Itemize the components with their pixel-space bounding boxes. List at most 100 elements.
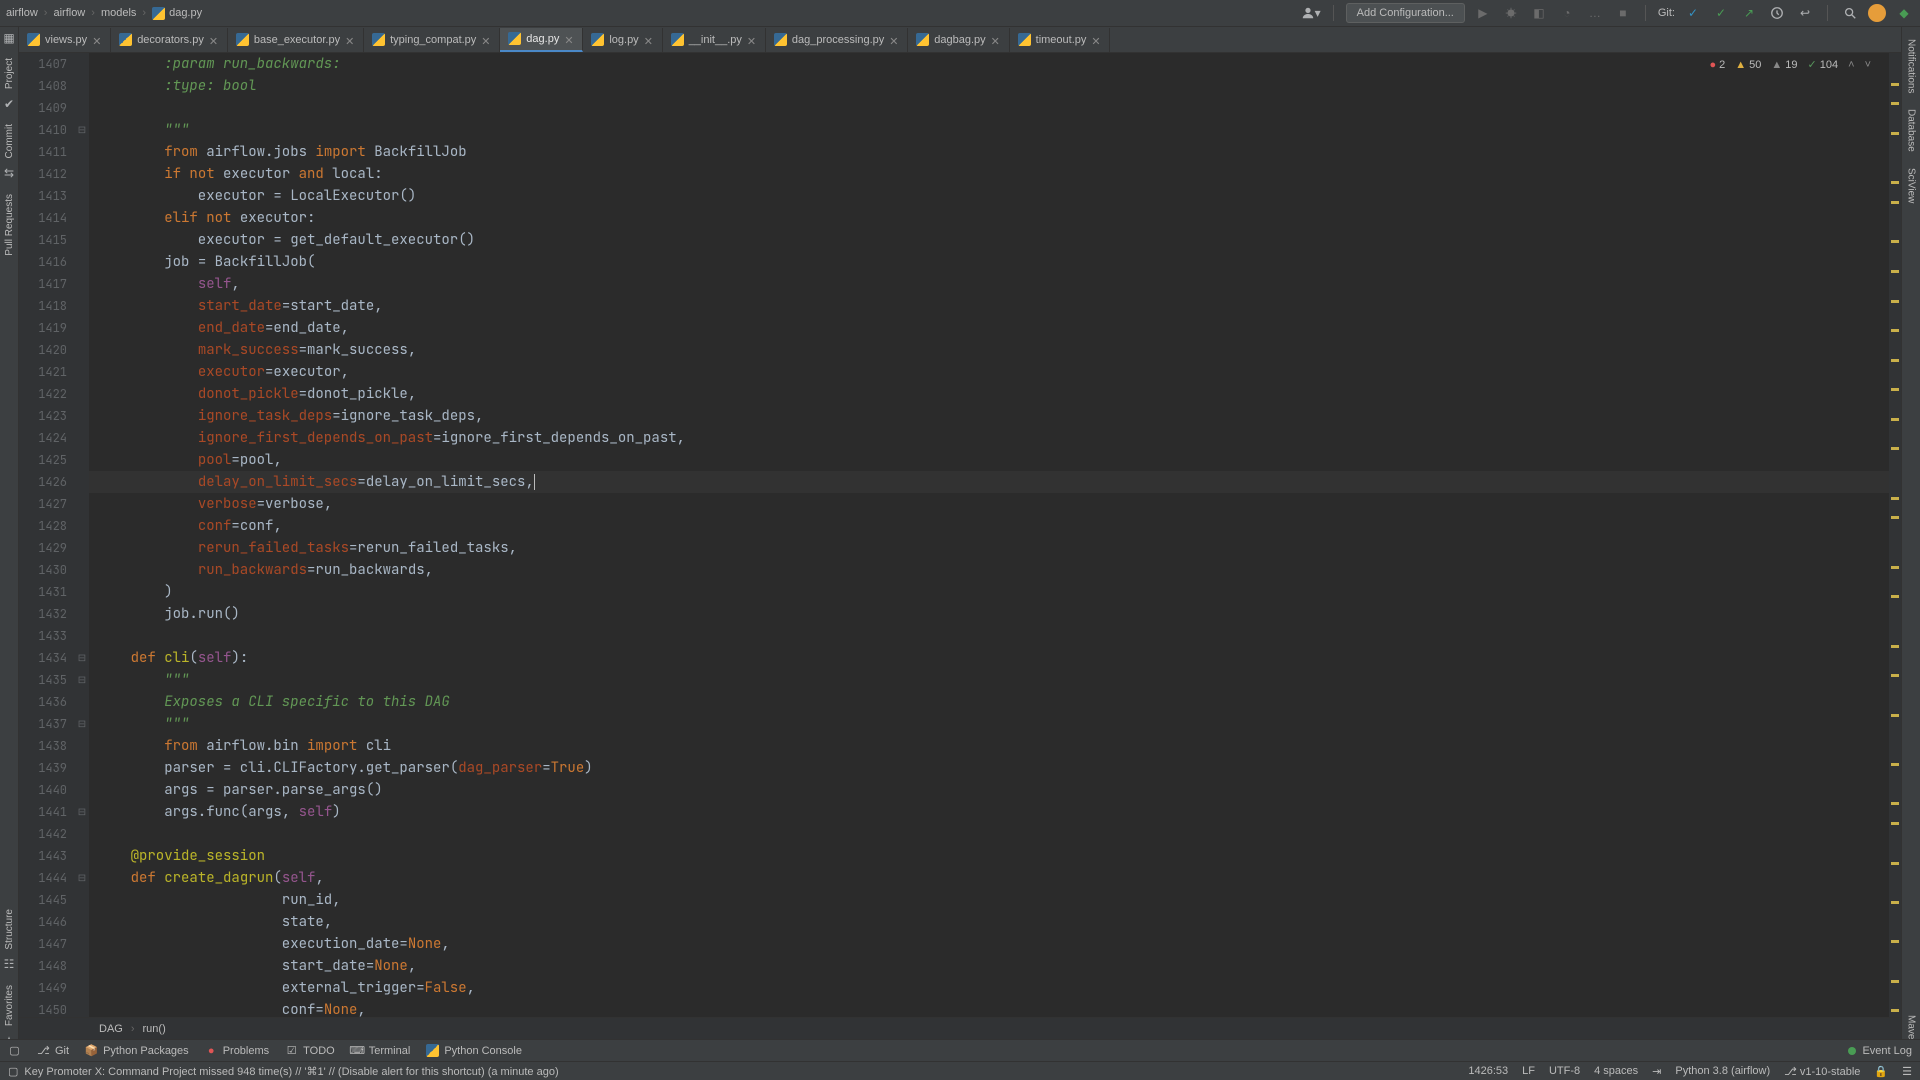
fold-marker[interactable]: [75, 493, 89, 515]
close-icon[interactable]: ✕: [1091, 35, 1101, 45]
code-line[interactable]: rerun_failed_tasks=rerun_failed_tasks,: [89, 537, 1901, 559]
fold-marker[interactable]: [75, 735, 89, 757]
fold-marker[interactable]: [75, 779, 89, 801]
line-number[interactable]: 1425: [19, 449, 67, 471]
close-icon[interactable]: ✕: [889, 35, 899, 45]
error-stripe-marker[interactable]: [1891, 595, 1899, 598]
error-stripe-marker[interactable]: [1891, 714, 1899, 717]
line-number[interactable]: 1434: [19, 647, 67, 669]
line-number[interactable]: 1437: [19, 713, 67, 735]
python-console-tool-button[interactable]: Python Console: [426, 1044, 522, 1057]
structure-tool-icon[interactable]: ☷: [3, 958, 16, 971]
fold-marker[interactable]: [75, 581, 89, 603]
profile-icon[interactable]: ◔: [1557, 3, 1577, 23]
code-line[interactable]: job = BackfillJob(: [89, 251, 1901, 273]
run-anything-icon[interactable]: …: [1585, 3, 1605, 23]
error-stripe-marker[interactable]: [1891, 497, 1899, 500]
notifications-tool-button[interactable]: Notifications: [1904, 31, 1919, 101]
editor-tab[interactable]: dag.py✕: [500, 28, 583, 52]
code-line[interactable]: """: [89, 713, 1901, 735]
fold-marker[interactable]: ⊟: [75, 669, 89, 691]
error-stripe-marker[interactable]: [1891, 201, 1899, 204]
code-line[interactable]: donot_pickle=donot_pickle,: [89, 383, 1901, 405]
code-line[interactable]: end_date=end_date,: [89, 317, 1901, 339]
git-push-icon[interactable]: ↗: [1739, 3, 1759, 23]
code-line[interactable]: verbose=verbose,: [89, 493, 1901, 515]
fold-marker[interactable]: [75, 537, 89, 559]
fold-marker[interactable]: ⊟: [75, 801, 89, 823]
editor-tab[interactable]: timeout.py✕: [1010, 28, 1111, 52]
error-stripe-marker[interactable]: [1891, 102, 1899, 105]
error-stripe-marker[interactable]: [1891, 763, 1899, 766]
editor-tab[interactable]: dag_processing.py✕: [766, 28, 908, 52]
stop-icon[interactable]: ■: [1613, 3, 1633, 23]
line-number[interactable]: 1430: [19, 559, 67, 581]
git-tool-button[interactable]: ⎇ Git: [37, 1044, 69, 1057]
fold-marker[interactable]: ⊟: [75, 647, 89, 669]
user-icon[interactable]: ▾: [1301, 3, 1321, 23]
line-number[interactable]: 1415: [19, 229, 67, 251]
line-number[interactable]: 1435: [19, 669, 67, 691]
code-line[interactable]: executor = get_default_executor(): [89, 229, 1901, 251]
project-tool-icon[interactable]: ▦: [3, 31, 16, 44]
ide-settings-icon[interactable]: ◆: [1894, 3, 1914, 23]
code-area[interactable]: ●2 ▲50 ▲19 ✓104 ˄ ˅ :param run_backwards…: [89, 53, 1901, 1039]
line-number[interactable]: 1418: [19, 295, 67, 317]
line-number[interactable]: 1408: [19, 75, 67, 97]
error-stripe-marker[interactable]: [1891, 388, 1899, 391]
code-line[interactable]: :param run_backwards:: [89, 53, 1901, 75]
indent-settings[interactable]: 4 spaces: [1594, 1065, 1638, 1077]
code-line[interactable]: job.run(): [89, 603, 1901, 625]
indent-icon[interactable]: ⇥: [1652, 1065, 1661, 1078]
fold-marker[interactable]: [75, 273, 89, 295]
code-line[interactable]: parser = cli.CLIFactory.get_parser(dag_p…: [89, 757, 1901, 779]
code-line[interactable]: def create_dagrun(self,: [89, 867, 1901, 889]
git-branch-status[interactable]: ⎇ v1-10-stable: [1784, 1065, 1860, 1078]
database-tool-button[interactable]: Database: [1904, 101, 1919, 160]
code-line[interactable]: :type: bool: [89, 75, 1901, 97]
fold-marker[interactable]: [75, 75, 89, 97]
fold-marker[interactable]: [75, 251, 89, 273]
run-coverage-icon[interactable]: ◧: [1529, 3, 1549, 23]
code-line[interactable]: from airflow.bin import cli: [89, 735, 1901, 757]
error-stripe-marker[interactable]: [1891, 418, 1899, 421]
code-line[interactable]: delay_on_limit_secs=delay_on_limit_secs,: [89, 471, 1901, 493]
line-number[interactable]: 1407: [19, 53, 67, 75]
fold-marker[interactable]: [75, 691, 89, 713]
line-number[interactable]: 1433: [19, 625, 67, 647]
fold-marker[interactable]: [75, 449, 89, 471]
line-number[interactable]: 1436: [19, 691, 67, 713]
close-icon[interactable]: ✕: [644, 35, 654, 45]
caret-position[interactable]: 1426:53: [1468, 1065, 1508, 1077]
python-packages-tool-button[interactable]: 📦 Python Packages: [85, 1044, 189, 1057]
code-line[interactable]: ignore_first_depends_on_past=ignore_firs…: [89, 427, 1901, 449]
error-stripe-marker[interactable]: [1891, 802, 1899, 805]
code-line[interactable]: [89, 625, 1901, 647]
line-number[interactable]: 1417: [19, 273, 67, 295]
fold-marker[interactable]: [75, 141, 89, 163]
code-line[interactable]: run_id,: [89, 889, 1901, 911]
fold-marker[interactable]: ⊟: [75, 119, 89, 141]
error-stripe-marker[interactable]: [1891, 980, 1899, 983]
breadcrumb-item[interactable]: airflow: [53, 7, 85, 19]
fold-marker[interactable]: [75, 955, 89, 977]
line-number[interactable]: 1410: [19, 119, 67, 141]
code-line[interactable]: if not executor and local:: [89, 163, 1901, 185]
fold-marker[interactable]: [75, 427, 89, 449]
code-line[interactable]: [89, 823, 1901, 845]
line-number[interactable]: 1439: [19, 757, 67, 779]
fold-marker[interactable]: [75, 977, 89, 999]
lock-icon[interactable]: 🔒: [1874, 1065, 1888, 1078]
code-line[interactable]: ): [89, 581, 1901, 603]
fold-marker[interactable]: [75, 229, 89, 251]
project-tool-button[interactable]: Project: [2, 50, 17, 97]
fold-marker[interactable]: [75, 933, 89, 955]
code-line[interactable]: @provide_session: [89, 845, 1901, 867]
line-number[interactable]: 1427: [19, 493, 67, 515]
fold-marker[interactable]: [75, 97, 89, 119]
breadcrumb-class[interactable]: DAG: [99, 1023, 123, 1035]
fold-marker[interactable]: [75, 515, 89, 537]
code-line[interactable]: state,: [89, 911, 1901, 933]
fold-marker[interactable]: [75, 361, 89, 383]
code-line[interactable]: run_backwards=run_backwards,: [89, 559, 1901, 581]
